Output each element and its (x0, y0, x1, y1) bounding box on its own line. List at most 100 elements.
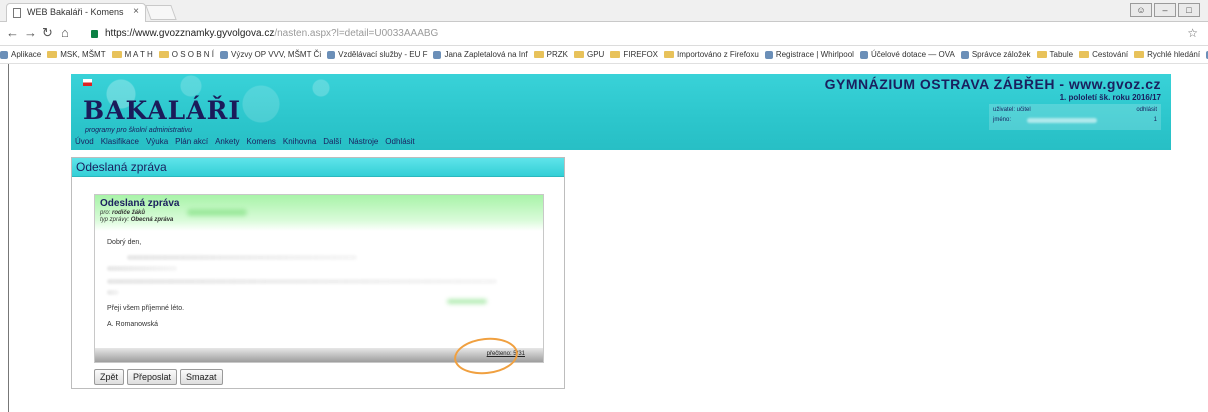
main-menu: Úvod Klasifikace Výuka Plán akcí Ankety Komen… (71, 135, 418, 149)
menu-item[interactable]: Nástroje (349, 135, 379, 149)
school-term: 1. pololetí šk. roku 2016/17 (1059, 93, 1161, 102)
message-body: Dobrý den, Přeji všem příjemné léto. A. … (95, 231, 543, 345)
bookmark-item[interactable]: Jana Zapletalová na Inf (433, 50, 528, 59)
user-count: 1 (1153, 117, 1157, 123)
redacted-text (127, 255, 357, 260)
user-icon[interactable]: ☺ (1130, 3, 1152, 17)
bookmark-star-icon[interactable]: ☆ (1187, 26, 1198, 40)
site-header: BAKALÁŘI programy pro školní administrat… (71, 74, 1171, 150)
bookmark-item[interactable]: Registrace | Whirlpool (764, 50, 854, 59)
bookmark-item[interactable]: Výzvy OP VVV, MŠMT Či (220, 50, 321, 59)
maximize-icon[interactable]: □ (1178, 3, 1200, 17)
menu-item[interactable]: Klasifikace (101, 135, 139, 149)
bookmark-item[interactable]: MSK, MŠMT (47, 50, 106, 59)
message-header: Odeslaná zpráva pro: rodiče žáků typ zpr… (95, 195, 543, 231)
folder-icon (158, 51, 169, 58)
bookmark-item[interactable]: Cestování (1079, 50, 1128, 59)
url-host: https://www.gvozznamky.gyvolgova.cz (105, 28, 275, 39)
message-signature: A. Romanowská (107, 321, 158, 328)
menu-item[interactable]: Úvod (75, 135, 94, 149)
page-icon (220, 50, 228, 59)
home-icon[interactable]: ⌂ (61, 25, 69, 40)
page-icon (327, 50, 336, 59)
forward-arrow-icon[interactable]: → (24, 25, 37, 40)
folder-icon (111, 51, 122, 58)
bookmark-item[interactable]: PRZK (533, 50, 568, 59)
bookmark-item[interactable]: M A T H (111, 50, 153, 59)
forward-button[interactable]: Přeposlat (127, 369, 178, 385)
user-info-box: uživatel: učitel jméno: odhlásit 1 (989, 104, 1161, 130)
back-button[interactable]: Zpět (94, 369, 125, 385)
folder-icon (47, 51, 58, 58)
message-greeting: Dobrý den, (107, 239, 142, 246)
bookmark-label: Vzdělávací služby - EU F (338, 50, 428, 59)
bookmark-item[interactable]: FIREFOX (610, 50, 658, 59)
bookmark-item[interactable]: O S O B N Í (158, 50, 214, 59)
bookmark-item[interactable]: Vzdělávací služby - EU F (327, 50, 427, 59)
bookmark-label: Výzvy OP VVV, MŠMT Či (231, 50, 322, 59)
star-icon (960, 50, 969, 59)
logo[interactable]: BAKALÁŘI (83, 96, 241, 125)
bookmark-item[interactable]: Rychlé hledání (1134, 50, 1200, 59)
bookmark-label: Rychlé hledání (1147, 50, 1201, 59)
bookmark-label: Cestování (1092, 50, 1129, 59)
delete-button[interactable]: Smazat (180, 369, 223, 385)
back-arrow-icon[interactable]: ← (6, 25, 19, 40)
folder-icon (1036, 51, 1047, 58)
url-path: /nasten.aspx?l=detail=U0033AAABG (274, 28, 439, 39)
message-box: Odeslaná zpráva pro: rodiče žáků typ zpr… (94, 194, 544, 363)
browser-tab[interactable]: WEB Bakaláři - Komens × (6, 3, 146, 22)
menu-item[interactable]: Komens (247, 135, 276, 149)
page-icon (433, 50, 442, 59)
logout-link[interactable]: odhlásit (1136, 107, 1157, 113)
redacted-text (107, 279, 497, 284)
bookmark-item[interactable]: Aplikace (0, 50, 41, 59)
folder-icon (664, 51, 675, 58)
bookmark-label: Tabule (1049, 50, 1074, 59)
bookmark-label: Importováno z Firefoxu (677, 50, 759, 59)
reload-icon[interactable]: ↻ (42, 25, 53, 41)
bookmark-label: GPU (587, 50, 605, 59)
bookmark-label: O S O B N Í (171, 50, 214, 59)
bookmarks-bar: Aplikace MSK, MŠMT M A T H O S O B N Í Výzvy… (0, 46, 1208, 64)
folder-icon (610, 51, 621, 58)
folder-icon (574, 51, 584, 58)
close-tab-icon[interactable]: × (133, 6, 139, 17)
bookmark-item[interactable]: GPU (574, 50, 604, 59)
bookmark-item[interactable]: Účelové dotace — OVA (859, 50, 955, 59)
bookmark-item[interactable]: Importováno z Firefoxu (664, 50, 759, 59)
apps-icon (0, 50, 8, 59)
menu-item[interactable]: Ankety (215, 135, 239, 149)
page-icon (859, 50, 868, 59)
folder-icon (1134, 51, 1145, 58)
bookmark-item[interactable]: Správce záložek (960, 50, 1031, 59)
window-controls: ☺ – □ (1130, 3, 1200, 17)
bookmark-label: FIREFOX (623, 50, 659, 59)
czech-flag-icon[interactable] (83, 79, 92, 86)
menu-item[interactable]: Další (323, 135, 341, 149)
menu-item[interactable]: Knihovna (283, 135, 316, 149)
redacted-name (1027, 118, 1097, 123)
menu-item[interactable]: Odhlásit (385, 135, 414, 149)
page-icon (764, 50, 773, 59)
tab-title: WEB Bakaláři - Komens (27, 7, 124, 17)
user-label: uživatel: učitel (993, 107, 1031, 113)
redacted-text (107, 266, 177, 271)
lock-icon (91, 30, 98, 38)
menu-item[interactable]: Výuka (146, 135, 168, 149)
panel-title: Odeslaná zpráva (72, 158, 564, 177)
redacted-text (107, 290, 119, 295)
minimize-icon[interactable]: – (1154, 3, 1176, 17)
menu-item[interactable]: Plán akcí (175, 135, 208, 149)
bookmark-item[interactable]: Tabule (1036, 50, 1074, 59)
bookmark-label: Účelové dotace — OVA (870, 50, 955, 59)
school-name: GYMNÁZIUM OSTRAVA ZÁBŘEH - www.gvoz.cz (824, 76, 1161, 92)
folder-icon (1079, 51, 1090, 58)
bookmark-label: MSK, MŠMT (60, 50, 106, 59)
bookmark-label: M A T H (124, 50, 153, 59)
action-buttons: Zpět Přeposlat Smazat (94, 369, 223, 385)
message-title: Odeslaná zpráva (100, 198, 180, 209)
url-input[interactable]: https://www.gvozznamky.gyvolgova.cz/nast… (86, 25, 1182, 42)
message-type: typ zprávy: Obecná zpráva (100, 217, 174, 223)
new-tab-button[interactable] (145, 5, 177, 20)
